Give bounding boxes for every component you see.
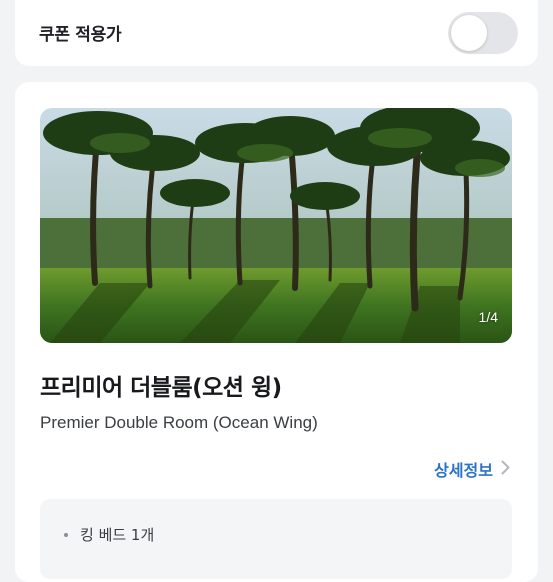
palm-grove-image	[40, 108, 512, 343]
coupon-toggle[interactable]	[448, 12, 518, 54]
room-title: 프리미어 더블룸(오션 윙)	[40, 375, 282, 401]
bullet-icon	[64, 532, 68, 537]
details-link-label: 상세정보	[434, 461, 493, 480]
amenity-label: 킹 베드 1개	[80, 526, 155, 544]
photo-counter: 1/4	[478, 309, 498, 325]
toggle-knob	[451, 15, 487, 51]
room-photo[interactable]: 1/4	[40, 108, 512, 343]
amenity-item: 킹 베드 1개	[64, 524, 154, 545]
coupon-card: 쿠폰 적용가	[15, 0, 538, 66]
chevron-right-icon	[501, 460, 510, 479]
room-subtitle: Premier Double Room (Ocean Wing)	[40, 413, 318, 432]
amenity-list: 킹 베드 1개	[40, 499, 512, 579]
coupon-label: 쿠폰 적용가	[39, 25, 122, 45]
room-card: 1/4 프리미어 더블룸(오션 윙) Premier Double Room (…	[15, 82, 538, 582]
details-link[interactable]: 상세정보	[434, 457, 510, 481]
